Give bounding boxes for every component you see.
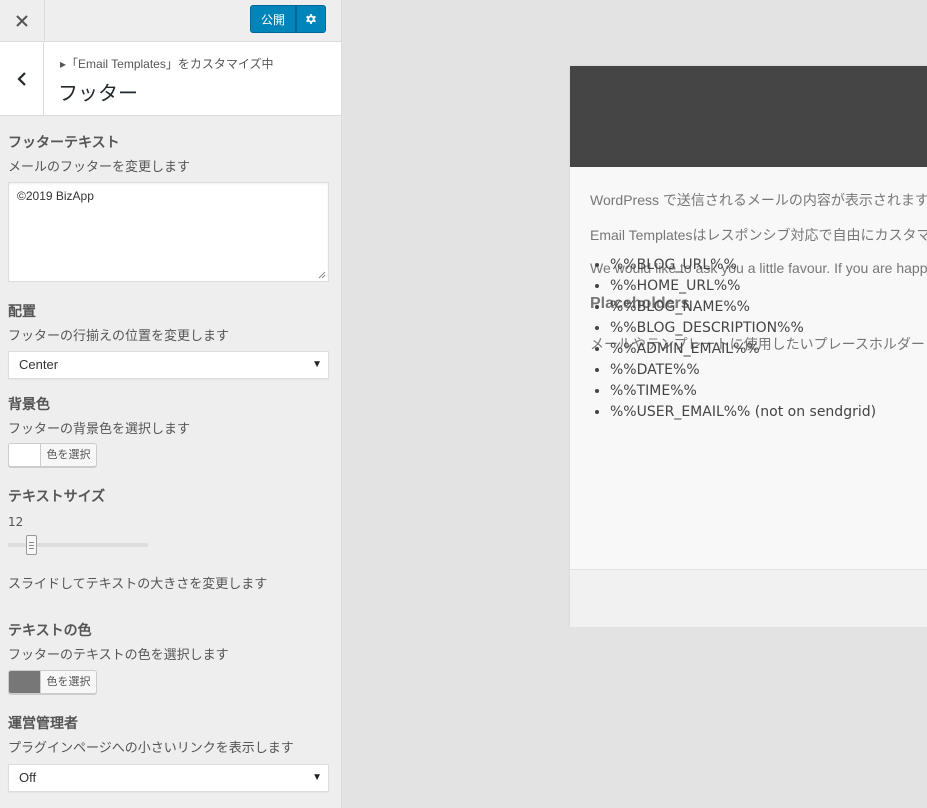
gear-icon xyxy=(306,14,316,24)
back-button[interactable] xyxy=(0,42,44,115)
text-color-description: フッターのテキストの色を選択します xyxy=(8,648,229,663)
footer-text-description: メールのフッターを変更します xyxy=(8,160,191,175)
placeholders-list: %%BLOG_URL%% %%HOME_URL%% %%BLOG_NAME%% … xyxy=(590,255,876,423)
admin-link-select[interactable]: Off ▼ xyxy=(8,764,329,792)
publish-button[interactable]: 公開 xyxy=(249,5,296,33)
alignment-control: 配置 フッターの行揃えの位置を変更します xyxy=(8,303,329,346)
footer-text-title: フッターテキスト xyxy=(8,135,120,151)
alignment-selected-value: Center xyxy=(19,357,59,372)
admin-link-selected-value: Off xyxy=(19,770,37,785)
list-item: %%DATE%% xyxy=(610,360,876,381)
footer-text-value: ©2019 BizApp xyxy=(17,189,94,203)
text-color-control: テキストの色 フッターのテキストの色を選択します xyxy=(8,622,329,665)
bg-color-control: 背景色 フッターの背景色を選択します xyxy=(8,396,329,439)
email-preview: WordPress で送信されるメールの内容が表示されます Email Temp… xyxy=(570,66,927,627)
breadcrumb: ▸「Email Templates」をカスタマイズ中 xyxy=(60,57,274,71)
text-size-title: テキストサイズ xyxy=(8,489,106,505)
publish-settings-button[interactable] xyxy=(296,5,326,33)
text-color-title: テキストの色 xyxy=(8,623,92,639)
admin-link-title: 運営管理者 xyxy=(8,716,78,732)
alignment-title: 配置 xyxy=(8,304,36,320)
close-icon xyxy=(16,14,28,27)
list-item: %%HOME_URL%% xyxy=(610,276,876,297)
list-item: %%TIME%% xyxy=(610,381,876,402)
alignment-description: フッターの行揃えの位置を変更します xyxy=(8,329,230,344)
list-item: %%BLOG_DESCRIPTION%% xyxy=(610,318,876,339)
dropdown-arrow-icon: ▼ xyxy=(312,359,322,370)
customizer-topbar: 公開 xyxy=(0,0,341,42)
footer-text-control: フッターテキスト メールのフッターを変更します xyxy=(8,134,329,177)
customizer-sidebar: 公開 ▸「Email Templates」をカスタマイズ中 フッター フッターテ… xyxy=(0,0,342,808)
text-color-swatch xyxy=(9,671,41,693)
admin-link-description: プラグインページへの小さいリンクを表示します xyxy=(8,741,294,756)
text-color-picker-label: 色を選択 xyxy=(46,675,91,688)
chevron-left-icon xyxy=(16,71,26,86)
text-size-description: スライドしてテキストの大きさを変更します xyxy=(8,577,268,592)
alignment-select[interactable]: Center ▼ xyxy=(8,351,329,379)
resize-handle-icon[interactable] xyxy=(318,271,326,279)
text-size-value: 12 xyxy=(8,515,24,529)
bg-color-picker-label: 色を選択 xyxy=(46,448,91,461)
list-item: %%USER_EMAIL%% (not on sendgrid) xyxy=(610,402,876,423)
email-preview-header xyxy=(570,66,927,167)
admin-link-control: 運営管理者 プラグインページへの小さいリンクを表示します xyxy=(8,715,329,758)
preview-line-2: Email Templatesはレスポンシブ対応で自由にカスタマ xyxy=(590,227,927,243)
text-size-control: テキストサイズ xyxy=(8,488,329,506)
section-header: ▸「Email Templates」をカスタマイズ中 フッター xyxy=(0,42,341,116)
bg-color-picker-button[interactable]: 色を選択 xyxy=(8,443,97,467)
publish-group: 公開 xyxy=(249,5,326,33)
text-size-slider-thumb[interactable] xyxy=(26,535,37,555)
bg-color-title: 背景色 xyxy=(8,397,50,413)
dropdown-arrow-icon: ▼ xyxy=(312,772,322,783)
list-item: %%ADMIN_EMAIL%% xyxy=(610,339,876,360)
list-item: %%BLOG_URL%% xyxy=(610,255,876,276)
text-color-picker-button[interactable]: 色を選択 xyxy=(8,670,97,694)
list-item: %%BLOG_NAME%% xyxy=(610,297,876,318)
preview-line-1: WordPress で送信されるメールの内容が表示されます xyxy=(590,192,927,208)
section-title: フッター xyxy=(58,81,138,105)
footer-text-textarea[interactable]: ©2019 BizApp xyxy=(8,182,329,282)
bg-color-description: フッターの背景色を選択します xyxy=(8,422,191,437)
email-preview-footer xyxy=(570,569,927,627)
close-customizer-button[interactable] xyxy=(0,0,45,41)
bg-color-swatch xyxy=(9,444,41,466)
